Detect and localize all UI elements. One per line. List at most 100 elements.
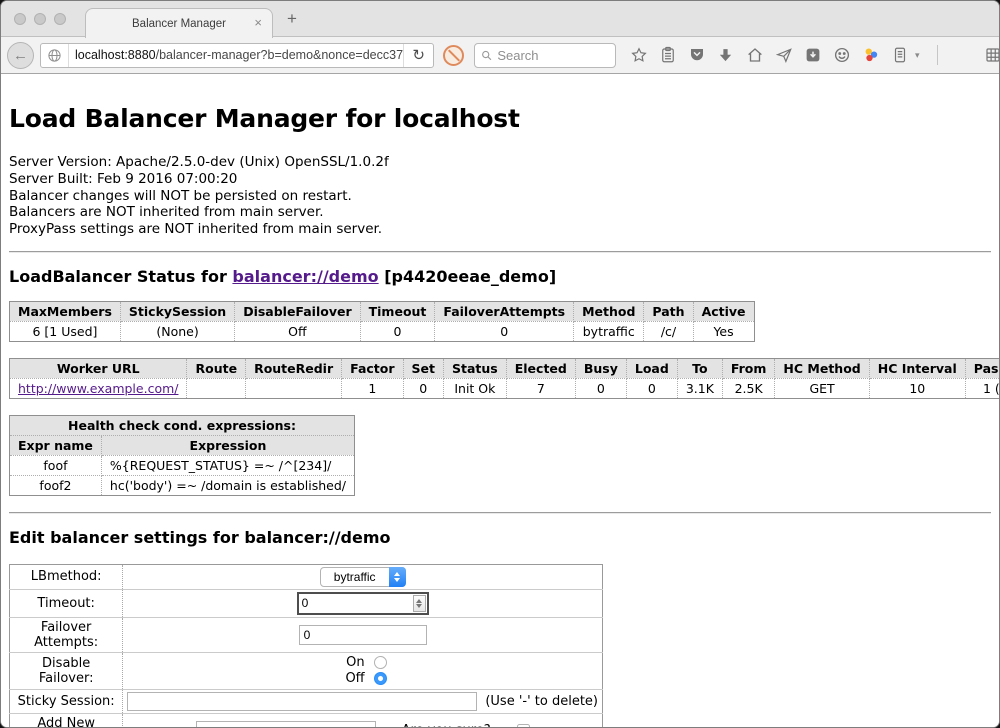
cell: http://www.example.com/ — [10, 378, 187, 398]
colored-dots-addon-icon[interactable] — [861, 46, 880, 65]
disable-failover-label: Disable Failover: — [10, 652, 123, 689]
status-heading-suffix: [p4420eeae_demo] — [379, 267, 557, 286]
cell: 0 — [435, 321, 574, 341]
health-check-title: Health check cond. expressions: — [10, 415, 355, 435]
chevron-down-icon[interactable]: ▾ — [915, 50, 920, 61]
worker-table: Worker URL Route RouteRedir Factor Set S… — [9, 358, 1000, 399]
cell: GET — [775, 378, 869, 398]
search-icon — [481, 49, 492, 62]
toolbar-icons: ▾ — [629, 45, 1000, 65]
worker-url-link[interactable]: http://www.example.com/ — [18, 381, 178, 396]
timeout-label: Timeout: — [10, 589, 123, 617]
reload-button[interactable]: ↻ — [403, 44, 433, 67]
tab-title: Balancer Manager — [132, 18, 226, 30]
new-tab-button[interactable]: + — [287, 9, 297, 29]
downloads-icon[interactable] — [716, 46, 735, 65]
zoom-window-button[interactable] — [54, 13, 66, 25]
download-panel-icon[interactable] — [803, 46, 822, 65]
cell: %{REQUEST_STATUS} =~ /^[234]/ — [101, 455, 354, 475]
table-row: 6 [1 Used] (None) Off 0 0 bytraffic /c/ … — [10, 321, 755, 341]
divider — [9, 251, 991, 253]
page-content: Load Balancer Manager for localhost Serv… — [1, 104, 999, 728]
notes-panel-icon[interactable] — [890, 46, 909, 65]
column-header: Load — [626, 358, 677, 378]
extension-grid-icon[interactable] — [984, 46, 1000, 65]
column-header: Active — [693, 301, 754, 321]
close-tab-icon[interactable]: × — [254, 16, 262, 29]
page-title: Load Balancer Manager for localhost — [9, 104, 991, 133]
timeout-input-wrapper — [297, 592, 429, 615]
home-icon[interactable] — [745, 46, 764, 65]
cell: foof2 — [10, 475, 102, 495]
column-header: Busy — [575, 358, 626, 378]
proxypass-inherit-line: ProxyPass settings are NOT inherited fro… — [9, 221, 991, 238]
column-header: RouteRedir — [246, 358, 342, 378]
status-heading-prefix: LoadBalancer Status for — [9, 267, 232, 286]
minimize-window-button[interactable] — [34, 13, 46, 25]
cell: 1 (0) — [965, 378, 1000, 398]
are-you-sure-label: Are you sure? — [402, 723, 491, 728]
column-header: Elected — [506, 358, 575, 378]
off-label: Off — [339, 671, 365, 686]
close-window-button[interactable] — [14, 13, 26, 25]
lbmethod-select[interactable]: bytraffic — [320, 567, 406, 587]
cell: /c/ — [644, 321, 693, 341]
cell — [246, 378, 342, 398]
cell: 6 [1 Used] — [10, 321, 121, 341]
menu-icon[interactable] — [955, 46, 974, 65]
bookmark-star-icon[interactable] — [629, 46, 648, 65]
cell: 10 — [869, 378, 965, 398]
navigation-toolbar: ← localhost:8880/balancer-manager?b=demo… — [1, 37, 999, 74]
url-input[interactable]: localhost:8880/balancer-manager?b=demo&n… — [69, 48, 403, 62]
disable-failover-on-radio[interactable] — [374, 656, 387, 669]
cell: 1 — [342, 378, 403, 398]
cell: 0 — [360, 321, 435, 341]
back-button[interactable]: ← — [7, 42, 34, 69]
table-row: http://www.example.com/ 1 0 Init Ok 7 0 … — [10, 378, 1000, 398]
balancer-status-table: MaxMembers StickySession DisableFailover… — [9, 301, 755, 342]
server-version-line: Server Version: Apache/2.5.0-dev (Unix) … — [9, 154, 991, 171]
cell: 0 — [626, 378, 677, 398]
timeout-input[interactable] — [299, 596, 413, 610]
pocket-icon[interactable] — [687, 46, 706, 65]
cell: Init Ok — [444, 378, 507, 398]
url-bar[interactable]: localhost:8880/balancer-manager?b=demo&n… — [40, 43, 434, 68]
column-header: From — [722, 358, 775, 378]
column-header: Set — [403, 358, 443, 378]
column-header: Timeout — [360, 301, 435, 321]
lbmethod-selected-value: bytraffic — [334, 570, 389, 584]
column-header: Worker URL — [10, 358, 187, 378]
content-blocker-icon[interactable] — [443, 45, 464, 66]
site-identity-icon[interactable] — [41, 44, 69, 67]
number-stepper-icon[interactable] — [413, 595, 426, 612]
reading-list-icon[interactable] — [658, 46, 677, 65]
edit-balancer-form: LBmethod: bytraffic Timeout: — [9, 564, 603, 728]
column-header: Expr name — [10, 435, 102, 455]
disable-failover-off-radio[interactable] — [374, 672, 387, 685]
failover-attempts-input[interactable] — [299, 625, 427, 645]
feedback-smiley-icon[interactable] — [832, 46, 851, 65]
cell: Off — [235, 321, 360, 341]
column-header: Path — [644, 301, 693, 321]
sticky-session-input[interactable] — [127, 692, 477, 711]
send-tab-icon[interactable] — [774, 46, 793, 65]
on-label: On — [339, 655, 365, 670]
column-header: HC Method — [775, 358, 869, 378]
lbmethod-label: LBmethod: — [10, 564, 123, 589]
url-path: /balancer-manager?b=demo&nonce=decc37be-… — [156, 48, 404, 62]
column-header: Route — [187, 358, 246, 378]
column-header: Passes — [965, 358, 1000, 378]
tab-balancer-manager[interactable]: Balancer Manager × — [85, 8, 273, 38]
sticky-session-hint: (Use '-' to delete) — [485, 694, 598, 709]
column-header: To — [677, 358, 722, 378]
column-header: DisableFailover — [235, 301, 360, 321]
search-input[interactable] — [497, 48, 609, 63]
balancer-demo-link[interactable]: balancer://demo — [232, 267, 378, 286]
cell: hc('body') =~ /domain is established/ — [101, 475, 354, 495]
column-header: StickySession — [120, 301, 234, 321]
failover-attempts-label: Failover Attempts: — [10, 617, 123, 652]
window-controls — [14, 13, 66, 25]
are-you-sure-checkbox[interactable] — [517, 724, 530, 728]
reload-icon: ↻ — [412, 46, 425, 64]
add-new-worker-input[interactable] — [196, 721, 376, 728]
